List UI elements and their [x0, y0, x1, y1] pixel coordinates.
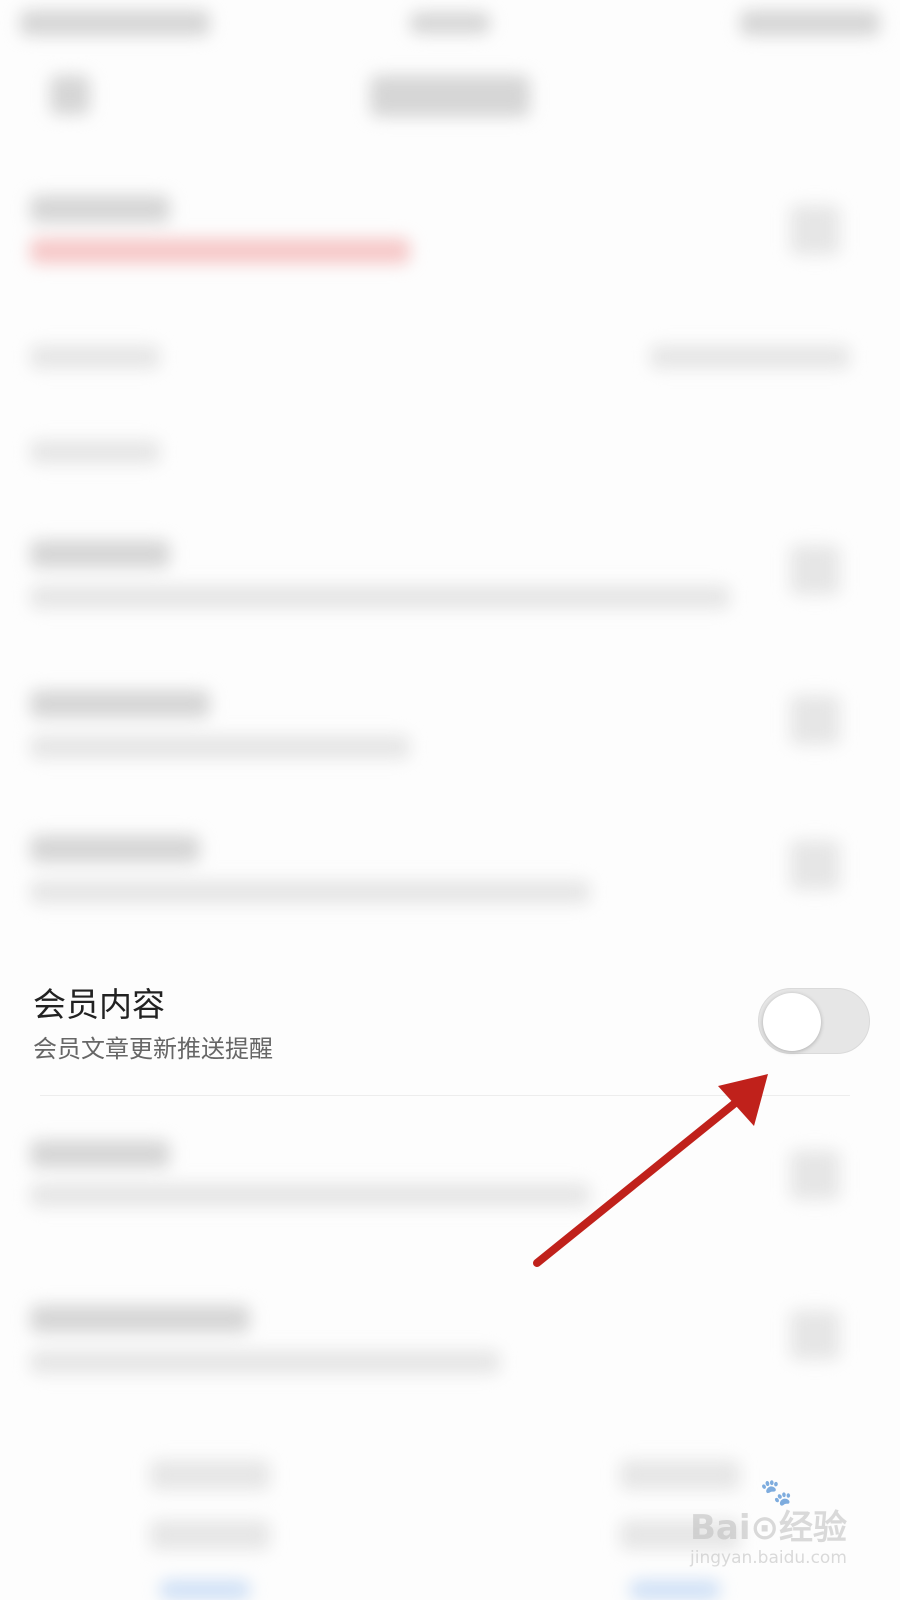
watermark-logo-text: Bai⊙经验 [690, 1508, 848, 1548]
member-content-subtitle: 会员文章更新推送提醒 [33, 1035, 273, 1063]
blurred-background [0, 0, 900, 1600]
member-content-title: 会员内容 [33, 985, 165, 1024]
toggle-knob [763, 993, 821, 1051]
baidu-jingyan-watermark: 🐾 Bai⊙经验 jingyan.baidu.com [690, 1478, 890, 1590]
watermark-url: jingyan.baidu.com [690, 1548, 847, 1568]
red-arrow-annotation [533, 1074, 768, 1267]
member-content-toggle[interactable] [758, 988, 870, 1054]
row-divider [40, 1095, 850, 1096]
